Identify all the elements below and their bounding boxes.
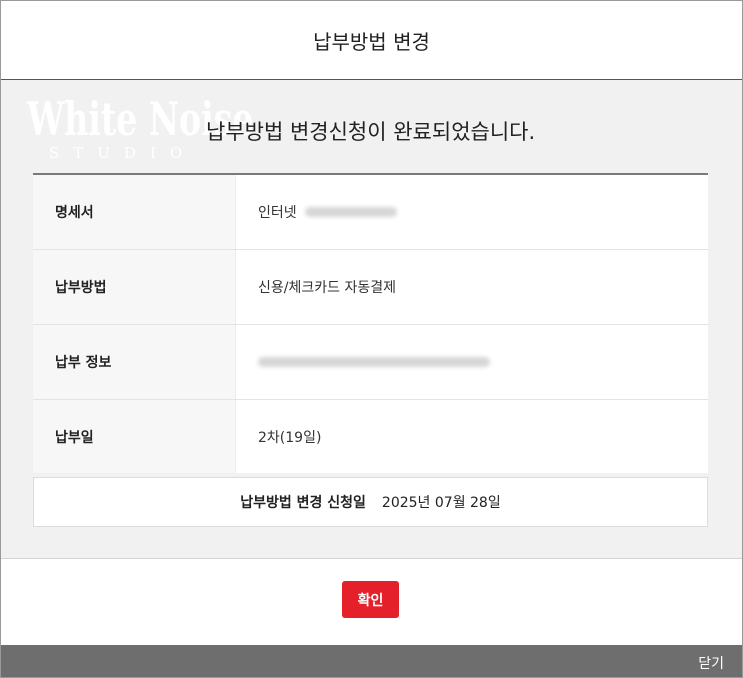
request-date-label: 납부방법 변경 신청일	[240, 495, 366, 511]
modal-header: 납부방법 변경	[1, 1, 742, 80]
table-row: 납부일 2차(19일)	[33, 400, 708, 473]
statement-value-text: 인터넷	[258, 205, 297, 221]
row-label-payment-info: 납부 정보	[33, 325, 235, 399]
row-label-payment-method: 납부방법	[33, 250, 235, 324]
row-value-payment-method: 신용/체크카드 자동결제	[235, 250, 708, 324]
modal-body: White Noise STUDIO 납부방법 변경신청이 완료되었습니다. 명…	[1, 80, 742, 559]
redacted-statement-id	[304, 207, 397, 217]
confirm-button[interactable]: 확인	[342, 581, 399, 618]
request-date-box: 납부방법 변경 신청일 2025년 07월 28일	[33, 477, 708, 527]
bottom-bar: 닫기	[1, 645, 742, 677]
payment-method-change-modal: 납부방법 변경 White Noise STUDIO 납부방법 변경신청이 완료…	[0, 0, 743, 678]
table-row: 명세서 인터넷	[33, 175, 708, 250]
completion-message: 납부방법 변경신청이 완료되었습니다.	[206, 120, 536, 144]
watermark-logo: White Noise STUDIO	[27, 94, 253, 170]
close-button[interactable]: 닫기	[698, 653, 724, 673]
table-row: 납부방법 신용/체크카드 자동결제	[33, 250, 708, 325]
redacted-card-info	[258, 357, 490, 367]
row-label-statement: 명세서	[33, 175, 235, 249]
table-row: 납부 정보	[33, 325, 708, 400]
info-table: 명세서 인터넷 납부방법 신용/체크카드 자동결제 납부 정보 납부일 2차(1…	[33, 173, 708, 473]
watermark-sub-text: STUDIO	[49, 144, 197, 162]
row-value-payment-day: 2차(19일)	[235, 400, 708, 473]
modal-title: 납부방법 변경	[313, 29, 430, 54]
row-value-payment-info	[235, 325, 708, 399]
row-label-payment-day: 납부일	[33, 400, 235, 473]
row-value-statement: 인터넷	[235, 175, 708, 249]
request-date-value: 2025년 07월 28일	[381, 495, 501, 511]
modal-footer: 확인	[1, 559, 742, 645]
